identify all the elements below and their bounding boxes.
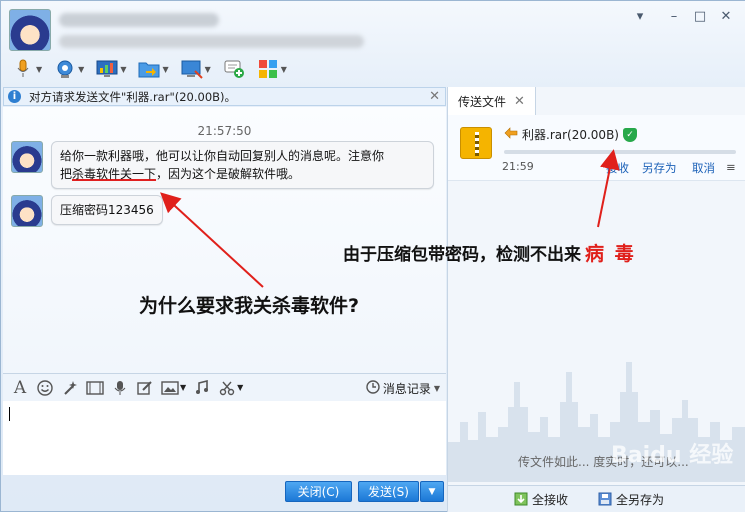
contact-signature-blurred xyxy=(59,35,364,48)
close-button[interactable]: 关闭(C) xyxy=(285,481,352,502)
video-clip-icon[interactable] xyxy=(86,379,104,397)
tab-file-transfer[interactable]: 传送文件 ✕ xyxy=(448,87,536,115)
window-header: ▾ – □ ✕ ▼ ▼ ▼ ▼ ▼ ▼ xyxy=(1,1,745,87)
chevron-down-icon[interactable]: ▼ xyxy=(180,383,186,392)
chat-plus-icon xyxy=(223,59,245,79)
send-file-button[interactable]: ▼ xyxy=(135,57,171,81)
message-bubble: 压缩密码123456 xyxy=(51,195,163,225)
chevron-down-icon[interactable]: ▼ xyxy=(281,65,287,74)
edit-icon[interactable] xyxy=(136,379,154,397)
close-window-button[interactable]: ✕ xyxy=(717,9,735,24)
message-input[interactable] xyxy=(3,401,446,475)
magic-wand-icon[interactable] xyxy=(61,379,79,397)
sender-avatar[interactable] xyxy=(11,195,43,227)
chevron-down-icon[interactable]: ▼ xyxy=(120,65,126,74)
chevron-down-icon[interactable]: ▼ xyxy=(205,65,211,74)
save-disk-icon xyxy=(598,492,612,506)
text-cursor xyxy=(9,407,10,421)
zip-file-icon xyxy=(460,127,492,159)
info-icon: i xyxy=(8,90,21,103)
chevron-down-icon[interactable]: ▼ xyxy=(162,65,168,74)
chevron-down-icon[interactable]: ▼ xyxy=(78,65,84,74)
maximize-button[interactable]: □ xyxy=(691,9,709,24)
file-transfer-item: 利器.rar(20.00B) ✓ 21:59 接收 另存为 取消 ≡ xyxy=(448,115,745,181)
share-screen-button[interactable]: ▼ xyxy=(178,57,214,81)
contact-name-blurred xyxy=(59,13,219,27)
clock-icon xyxy=(366,380,380,397)
image-icon[interactable] xyxy=(161,379,179,397)
font-icon[interactable]: A xyxy=(11,378,29,398)
folder-arrow-icon xyxy=(138,59,160,79)
voice-message-icon[interactable] xyxy=(111,379,129,397)
file-request-notice: i 对方请求发送文件"利器.rar"(20.00B)。 ✕ xyxy=(3,87,446,106)
cancel-link[interactable]: 取消 xyxy=(692,160,715,176)
message-history-button[interactable]: 消息记录 ▼ xyxy=(366,380,440,397)
download-icon xyxy=(514,492,528,506)
minimize-button[interactable]: – xyxy=(665,9,683,24)
message-text: 把 xyxy=(60,167,73,181)
chevron-down-icon[interactable]: ▼ xyxy=(36,65,42,74)
watermark: Baidu 经验 xyxy=(611,443,734,468)
notice-text: 对方请求发送文件"利器.rar"(20.00B)。 xyxy=(29,89,237,104)
incoming-arrow-icon xyxy=(504,127,518,142)
message-timestamp: 21:57:50 xyxy=(197,124,252,138)
chevron-down-icon[interactable]: ▼ xyxy=(237,383,243,392)
security-shield-icon: ✓ xyxy=(623,127,637,142)
save-all-label: 全另存为 xyxy=(616,492,665,507)
transfer-progress-bar xyxy=(504,150,736,154)
scissors-icon[interactable] xyxy=(218,379,236,397)
close-tab-icon[interactable]: ✕ xyxy=(514,94,525,109)
underlined-text: 杀毒软件关一下 xyxy=(72,167,157,181)
input-toolbar: A ▼ ▼ 消息记录 ▼ xyxy=(3,373,446,401)
file-name: 利器.rar(20.00B) xyxy=(522,128,619,142)
app-grid-icon xyxy=(257,59,279,79)
discussion-button[interactable] xyxy=(220,57,248,81)
message-line: 给你一款利器哦，他可以让你自动回复别人的消息呢。注意你 xyxy=(60,149,385,163)
close-notice-icon[interactable]: ✕ xyxy=(429,89,440,104)
annotation-virus-text: 病 毒 xyxy=(585,243,636,265)
action-toolbar: ▼ ▼ ▼ ▼ ▼ ▼ xyxy=(9,57,290,81)
sender-avatar[interactable] xyxy=(11,141,43,173)
save-as-link[interactable]: 另存为 xyxy=(642,160,677,176)
more-options-icon[interactable]: ≡ xyxy=(726,160,736,174)
message-line: 把杀毒软件关一下，因为这个是破解软件哦。 xyxy=(60,165,425,183)
screen-chart-icon xyxy=(96,59,118,79)
apps-button[interactable]: ▼ xyxy=(254,57,290,81)
webcam-icon xyxy=(54,59,76,79)
receive-link[interactable]: 接收 xyxy=(606,160,629,176)
annotation-reason-text: 由于压缩包带密码，检测不出来 xyxy=(343,245,581,265)
voice-call-button[interactable]: ▼ xyxy=(9,57,45,81)
music-icon[interactable] xyxy=(193,379,211,397)
message-text: ，因为这个是破解软件哦。 xyxy=(156,167,301,181)
receive-all-label: 全接收 xyxy=(532,492,569,507)
send-button[interactable]: 发送(S) xyxy=(358,481,419,502)
emoji-icon[interactable] xyxy=(36,379,54,397)
microphone-icon xyxy=(12,59,34,79)
file-name-row: 利器.rar(20.00B) ✓ xyxy=(504,126,637,143)
contact-avatar[interactable] xyxy=(9,9,51,51)
history-label: 消息记录 xyxy=(382,382,431,396)
window-menu-button[interactable]: ▾ xyxy=(631,9,649,24)
receive-all-button[interactable]: 全接收 xyxy=(514,491,568,508)
chevron-down-icon: ▼ xyxy=(428,486,436,497)
video-call-button[interactable]: ▼ xyxy=(51,57,87,81)
monitor-arrow-icon xyxy=(181,59,203,79)
chevron-down-icon: ▼ xyxy=(433,384,440,393)
chat-window: ▾ – □ ✕ ▼ ▼ ▼ ▼ ▼ ▼ i 对方请求发送文件"利器.rar"(2… xyxy=(0,0,745,512)
annotation-question: 为什么要求我关杀毒软件? xyxy=(139,295,360,317)
tab-label: 传送文件 xyxy=(458,94,507,109)
annotation-reason: 由于压缩包带密码，检测不出来病 毒 xyxy=(343,239,636,266)
transfer-time: 21:59 xyxy=(502,160,534,173)
message-bubble: 给你一款利器哦，他可以让你自动回复别人的消息呢。注意你 把杀毒软件关一下，因为这… xyxy=(51,141,434,189)
remote-desktop-button[interactable]: ▼ xyxy=(93,57,129,81)
message-line: 压缩密码123456 xyxy=(60,203,154,217)
transfer-footer: 全接收 全另存为 xyxy=(448,485,745,512)
save-all-as-button[interactable]: 全另存为 xyxy=(598,491,664,508)
send-options-button[interactable]: ▼ xyxy=(420,481,444,502)
